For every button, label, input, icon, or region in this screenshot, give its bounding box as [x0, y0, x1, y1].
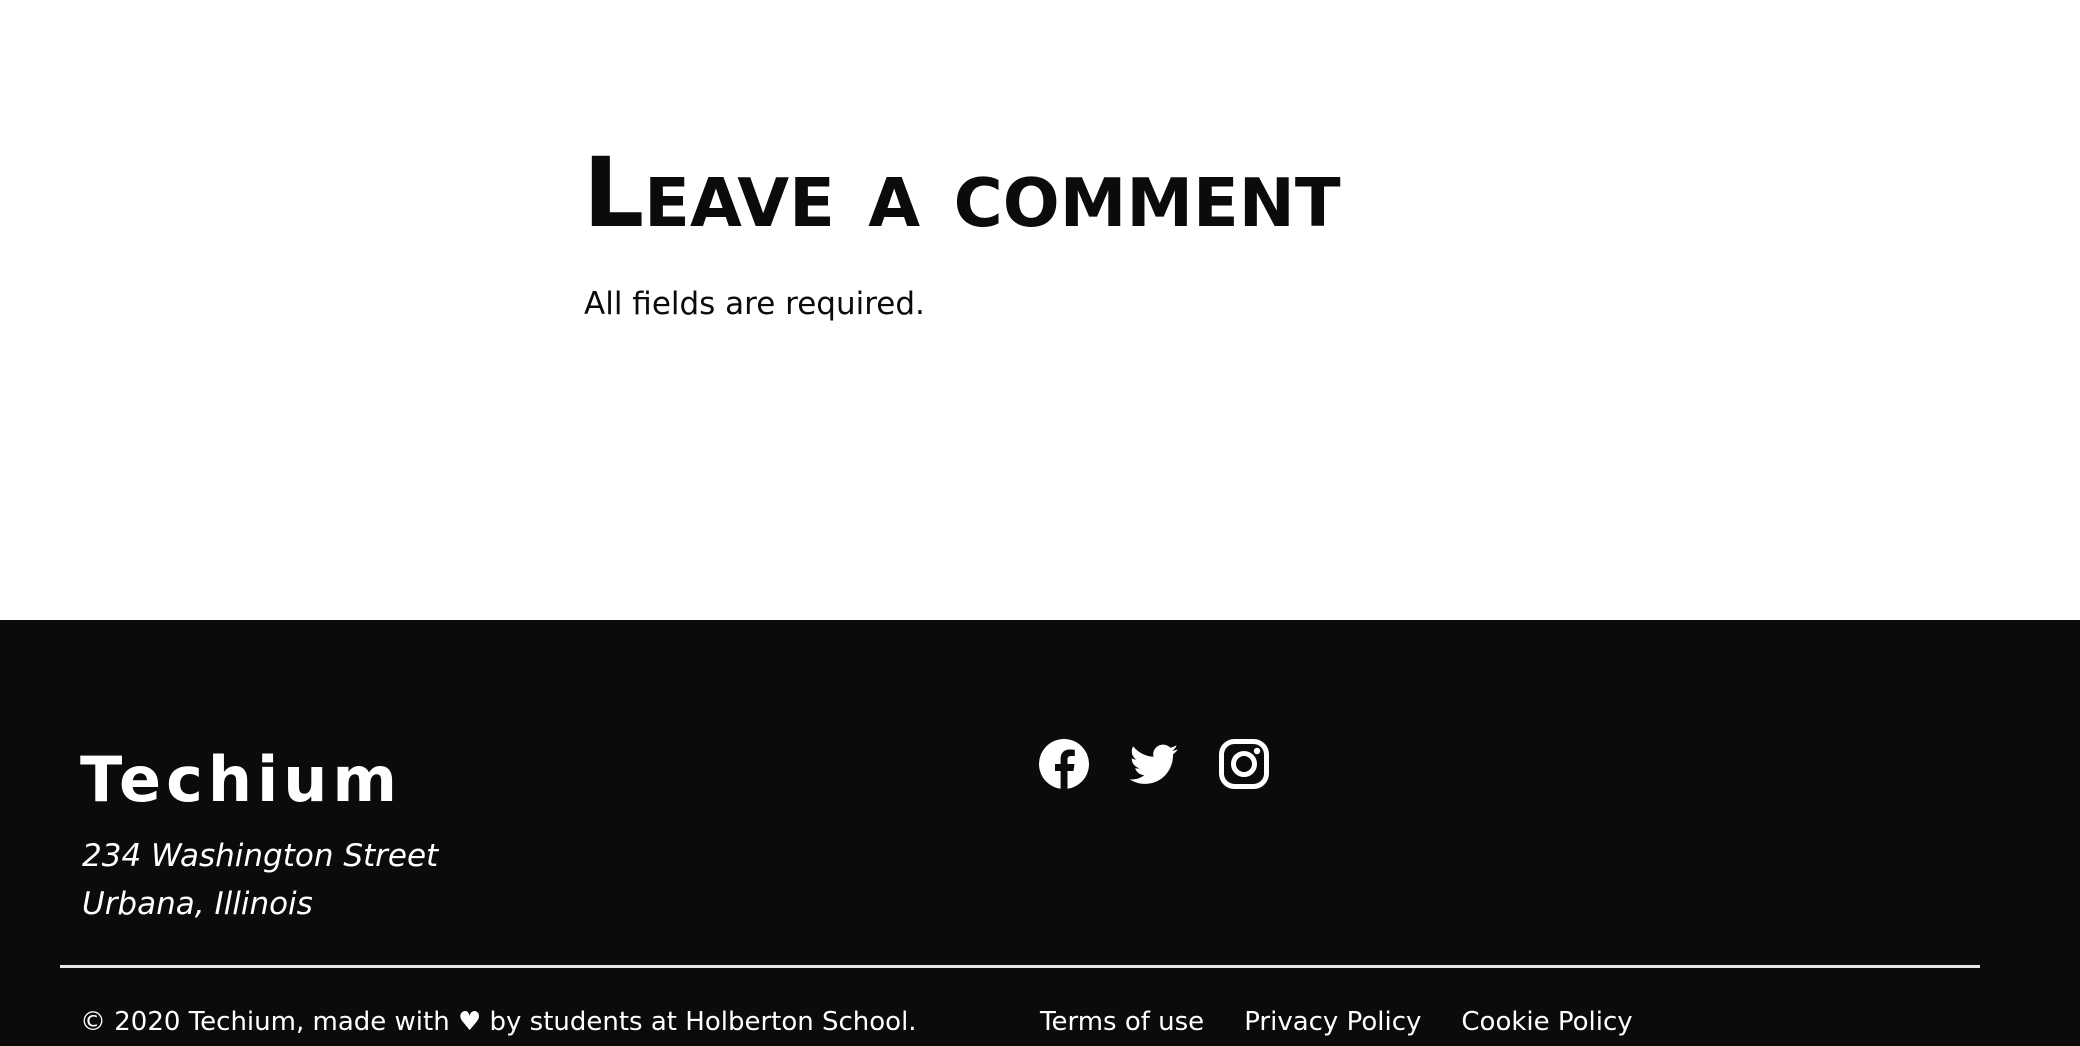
comment-title: Leave a comment — [583, 137, 1341, 249]
site-footer: Techium 234 Washington Street Urbana, Il… — [0, 620, 2080, 1046]
twitter-icon — [1129, 744, 1178, 784]
footer-address: 234 Washington Street Urbana, Illinois — [82, 832, 438, 928]
instagram-icon — [1219, 739, 1269, 789]
address-line-2: Urbana, Illinois — [82, 886, 313, 922]
comment-section: Leave a comment All fields are required. — [0, 0, 2080, 620]
comment-instructions: All fields are required. — [584, 286, 925, 322]
instagram-link[interactable] — [1218, 738, 1270, 790]
copyright-text: © 2020 Techium, made with ♥ by students … — [80, 1007, 917, 1037]
twitter-link[interactable] — [1128, 738, 1180, 790]
page: Leave a comment All fields are required.… — [0, 0, 2080, 1046]
facebook-icon — [1039, 739, 1089, 790]
facebook-link[interactable] — [1038, 738, 1090, 790]
terms-of-use-link[interactable]: Terms of use — [1040, 1005, 1204, 1039]
footer-divider — [60, 965, 1980, 968]
privacy-policy-link[interactable]: Privacy Policy — [1244, 1005, 1421, 1039]
address-line-1: 234 Washington Street — [82, 838, 439, 874]
footer-logo[interactable]: Techium — [80, 745, 402, 815]
cookie-policy-link[interactable]: Cookie Policy — [1461, 1005, 1632, 1039]
social-links — [1038, 738, 1270, 790]
legal-links: Terms of use Privacy Policy Cookie Polic… — [1040, 1005, 1633, 1039]
